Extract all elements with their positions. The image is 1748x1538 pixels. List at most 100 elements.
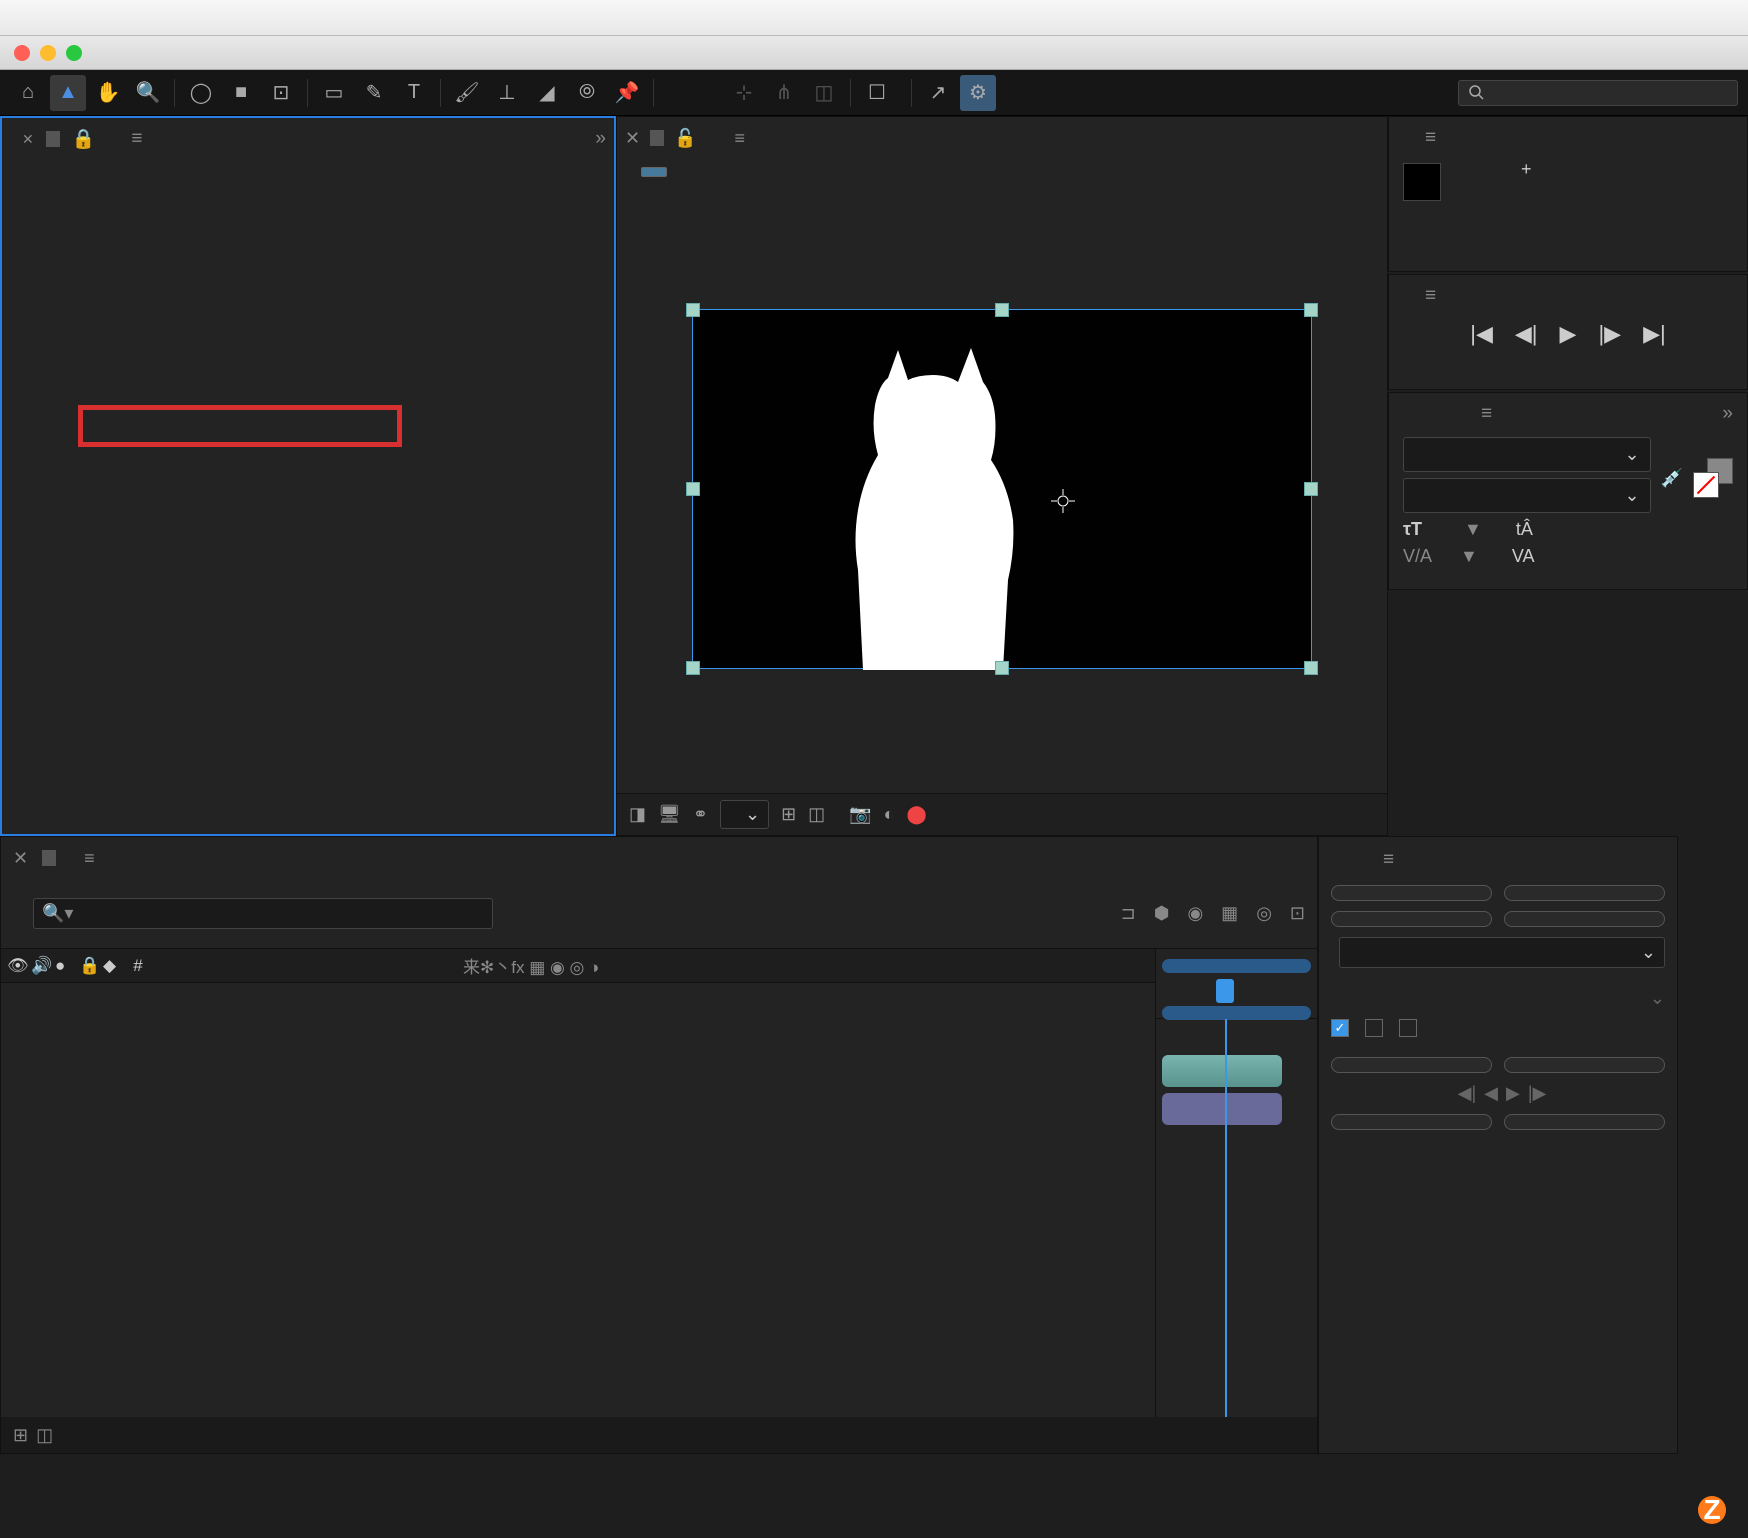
layer-search[interactable]: 🔍▾ (33, 898, 493, 929)
playhead[interactable] (1216, 979, 1234, 1003)
resize-handle[interactable] (995, 303, 1009, 317)
col-label-icon[interactable]: ◆ (97, 956, 127, 976)
resize-handle[interactable] (686, 303, 700, 317)
track-camera-button[interactable] (1331, 885, 1492, 901)
warp-stabilizer-button[interactable] (1504, 885, 1665, 901)
font-weight-dropdown[interactable]: ⌄ (1403, 478, 1651, 513)
analyze-fwd-icon[interactable]: |▶ (1528, 1083, 1547, 1104)
lock-icon[interactable]: 🔒 (72, 127, 96, 151)
snap-toggle-icon[interactable]: ☐ (859, 75, 895, 111)
pen-tool-icon[interactable]: ✎ (356, 75, 392, 111)
resize-handle[interactable] (1304, 303, 1318, 317)
panel-more-icon[interactable]: » (1722, 403, 1733, 425)
window-zoom-button[interactable] (66, 45, 82, 61)
resize-handle[interactable] (1304, 482, 1318, 496)
timeline-menu-icon[interactable]: ≡ (84, 848, 95, 869)
composition-viewer[interactable] (617, 185, 1387, 793)
layer-bar[interactable] (1162, 1093, 1282, 1125)
work-area-bar[interactable] (1162, 959, 1311, 973)
play-button[interactable]: ▶ (1560, 321, 1577, 347)
position-checkbox[interactable]: ✓ (1331, 1019, 1349, 1037)
puppet-tool-icon[interactable]: 📌 (609, 75, 645, 111)
window-close-button[interactable] (14, 45, 30, 61)
work-area-bottom[interactable] (1162, 1006, 1311, 1020)
show-snapshot-icon[interactable]: ◐ (884, 804, 895, 825)
panel-menu-icon[interactable]: ≡ (1425, 127, 1436, 149)
layer-bar[interactable] (1162, 1055, 1282, 1087)
track-tool-icon[interactable]: ⊡ (263, 75, 299, 111)
motion-source-dropdown[interactable]: ⌄ (1339, 937, 1665, 968)
snap-edge-icon[interactable]: ↗ (920, 75, 956, 111)
rotation-checkbox[interactable] (1365, 1019, 1383, 1037)
comp-menu-icon[interactable]: ≡ (735, 128, 746, 149)
tl-icon[interactable]: ▦ (1221, 903, 1238, 924)
roi-icon[interactable]: ◫ (808, 804, 825, 825)
tl-icon[interactable]: ◎ (1256, 903, 1272, 924)
panel-close-icon[interactable]: ✕ (22, 131, 34, 148)
next-frame-button[interactable]: |▶ (1598, 321, 1621, 347)
lock-icon[interactable]: 🔓 (674, 128, 696, 149)
prev-frame-button[interactable]: ◀| (1515, 321, 1538, 347)
analyze-back-icon[interactable]: ◀| (1458, 1083, 1477, 1104)
resize-handle[interactable] (686, 482, 700, 496)
analyze-back-one-icon[interactable]: ◀ (1484, 1083, 1498, 1104)
mask-icon[interactable]: ⚭ (693, 804, 708, 825)
tl-icon[interactable]: ⊡ (1290, 903, 1305, 924)
hand-tool-icon[interactable]: ✋ (90, 75, 126, 111)
tl-icon[interactable]: ⊐ (1121, 903, 1136, 924)
camera-tool-icon[interactable]: ■ (223, 75, 259, 111)
window-minimize-button[interactable] (40, 45, 56, 61)
col-visibility-icon[interactable]: 👁 (1, 956, 25, 976)
rectangle-tool-icon[interactable]: ▭ (316, 75, 352, 111)
apply-button[interactable] (1504, 1114, 1665, 1130)
roto-tool-icon[interactable]: ⦾ (569, 75, 605, 111)
panel-menu-icon[interactable]: ≡ (1481, 403, 1492, 425)
zoom-tool-icon[interactable]: 🔍 (130, 75, 166, 111)
comp-close-icon[interactable]: ✕ (625, 128, 640, 149)
stroke-color-swatch[interactable] (1693, 472, 1719, 498)
tl-icon[interactable]: ◉ (1187, 903, 1203, 924)
tl-bot-icon[interactable]: ◫ (36, 1425, 53, 1446)
brush-tool-icon[interactable]: 🖌 (449, 75, 485, 111)
eraser-tool-icon[interactable]: ◢ (529, 75, 565, 111)
resize-handle[interactable] (1304, 661, 1318, 675)
edit-target-button[interactable] (1331, 1057, 1492, 1073)
eyedropper-icon[interactable]: 💉 (1661, 468, 1683, 489)
snap-options-icon[interactable]: ⚙ (960, 75, 996, 111)
panel-menu-icon[interactable]: ≡ (1425, 285, 1436, 307)
resize-handle[interactable] (686, 661, 700, 675)
display-icon[interactable]: 🖥 (658, 804, 681, 825)
col-solo-icon[interactable]: ● (49, 956, 73, 976)
3d-local-icon[interactable]: ⋔ (766, 75, 802, 111)
zoom-dropdown[interactable]: ⌄ (720, 800, 769, 829)
selection-tool-icon[interactable]: ▲ (50, 75, 86, 111)
panel-menu-icon[interactable]: ≡ (1383, 849, 1394, 871)
last-frame-button[interactable]: ▶| (1643, 321, 1666, 347)
timeline-close-icon[interactable]: ✕ (13, 848, 28, 869)
clone-tool-icon[interactable]: ⊥ (489, 75, 525, 111)
reset-button[interactable] (1331, 1114, 1492, 1130)
first-frame-button[interactable]: |◀ (1470, 321, 1493, 347)
channel-icon[interactable]: ⬤ (906, 804, 926, 825)
analyze-fwd-one-icon[interactable]: ▶ (1506, 1083, 1520, 1104)
resize-handle[interactable] (995, 661, 1009, 675)
orbit-tool-icon[interactable]: ◯ (183, 75, 219, 111)
tl-icon[interactable]: ⬢ (1154, 903, 1170, 924)
scale-checkbox[interactable] (1399, 1019, 1417, 1037)
res-icon[interactable]: ⊞ (781, 804, 796, 825)
home-icon[interactable]: ⌂ (10, 75, 46, 111)
font-family-dropdown[interactable]: ⌄ (1403, 437, 1651, 472)
timeline-tracks[interactable] (1155, 949, 1317, 1417)
magnify-icon[interactable]: ◨ (629, 804, 646, 825)
col-lock-icon[interactable]: 🔒 (73, 956, 97, 976)
options-button[interactable] (1504, 1057, 1665, 1073)
panel-menu-icon[interactable]: ≡ (131, 128, 142, 150)
flowchart-node[interactable] (641, 167, 667, 177)
3d-axis-icon[interactable]: ⊹ (726, 75, 762, 111)
col-audio-icon[interactable]: 🔊 (25, 956, 49, 976)
3d-view-icon[interactable]: ◫ (806, 75, 842, 111)
panel-more-icon[interactable]: » (595, 128, 606, 150)
snapshot-icon[interactable]: 📷 (849, 804, 871, 825)
type-tool-icon[interactable]: T (396, 75, 432, 111)
stabilize-motion-button[interactable] (1504, 911, 1665, 927)
